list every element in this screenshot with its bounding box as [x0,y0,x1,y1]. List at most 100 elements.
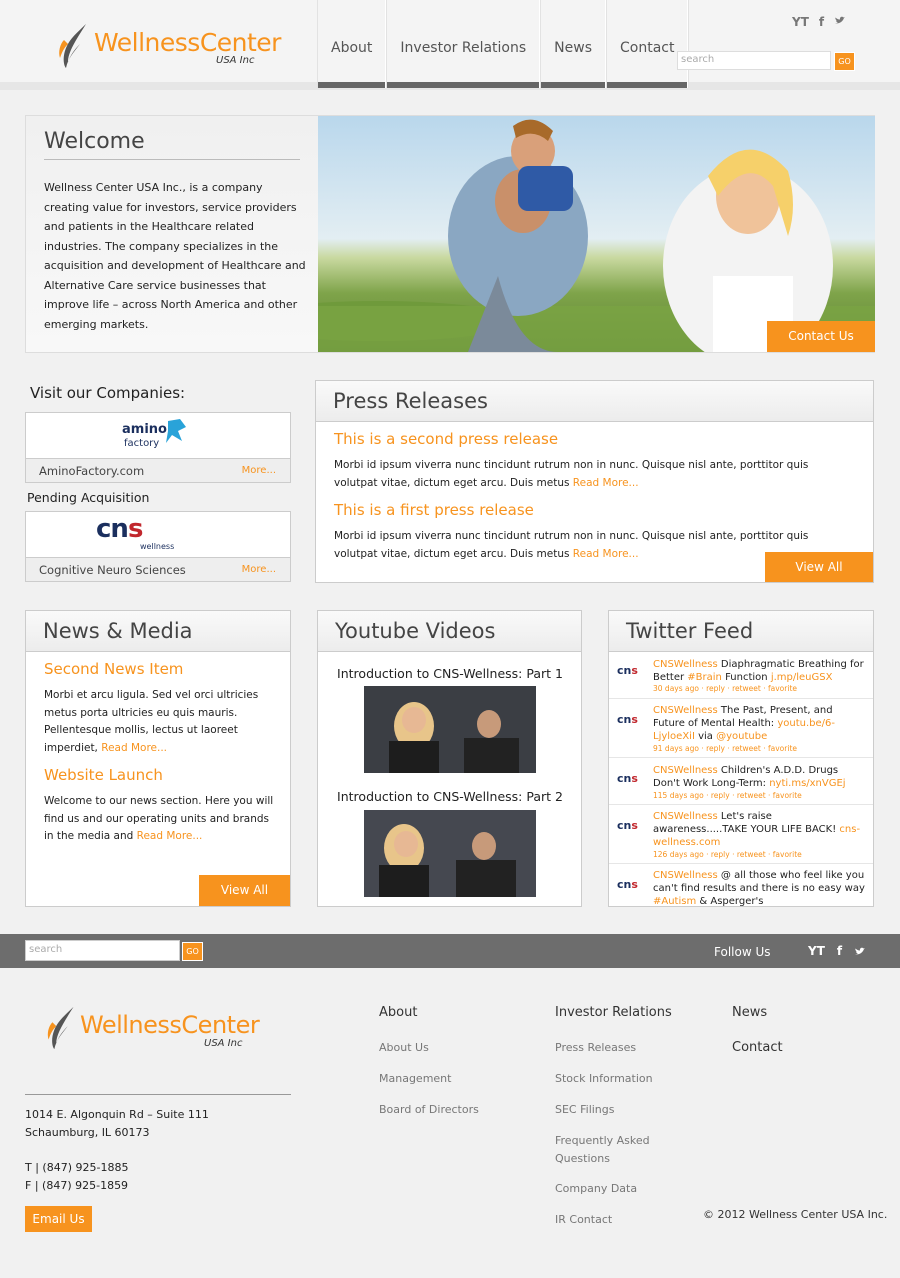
company-more-link[interactable]: More... [242,465,276,476]
youtube-icon[interactable]: YT [792,15,809,29]
tweet: cns CNSWellness @ all those who feel lik… [609,864,873,906]
tweet-text: CNSWellness Children's A.D.D. Drugs Don'… [653,765,846,789]
footer-link[interactable]: IR Contact [555,1211,612,1229]
video-title[interactable]: Introduction to CNS-Wellness: Part 2 [318,789,582,804]
nav-about[interactable]: About [317,0,387,88]
family-photo-illustration [318,119,875,352]
video-thumbnail[interactable] [364,810,536,897]
video-title[interactable]: Introduction to CNS-Wellness: Part 1 [318,666,582,681]
twitter-header: Twitter Feed [609,611,873,652]
tweet: cns CNSWellness Children's A.D.D. Drugs … [609,758,873,805]
tweet-meta[interactable]: 115 days ago · reply · retweet · favorit… [653,791,802,800]
brand-sub: USA Inc [216,55,255,66]
read-more-link[interactable]: Read More... [573,477,639,489]
footer-link[interactable]: About Us [379,1039,429,1057]
nav-contact[interactable]: Contact [606,0,689,88]
nav-news[interactable]: News [540,0,606,88]
tweet: cns CNSWellness The Past, Present, and F… [609,699,873,758]
press-item-title[interactable]: This is a first press release [334,501,534,519]
footer-link[interactable]: Press Releases [555,1039,636,1057]
tweet-link[interactable]: nyti.ms/xnVGEj [769,778,845,789]
pending-acquisition-label: Pending Acquisition [27,490,150,505]
tweet-link[interactable]: j.mp/leuGSX [771,672,833,683]
tweet-user[interactable]: CNSWellness [653,765,718,776]
company-name[interactable]: Cognitive Neuro Sciences [39,563,186,577]
footer-logo[interactable]: WellnessCenter USA Inc [44,1005,284,1055]
company-card-cns[interactable]: cns wellness Cognitive Neuro Sciences Mo… [25,511,291,582]
youtube-title: Youtube Videos [335,619,496,643]
hashtag[interactable]: #Brain [687,672,722,683]
news-title: News & Media [43,619,193,643]
tweet-meta[interactable]: 126 days ago · reply · retweet · favorit… [653,850,802,859]
copyright-text: © 2012 Wellness Center USA Inc. [703,1208,888,1221]
press-item-title[interactable]: This is a second press release [334,430,558,448]
tweet-text: CNSWellness Let's raise awareness.....TA… [653,811,861,848]
svg-text:amino: amino [122,422,167,437]
company-name[interactable]: AminoFactory.com [39,464,144,478]
tweet-meta[interactable]: 30 days ago · reply · retweet · favorite [653,684,797,693]
read-more-link[interactable]: Read More... [101,742,167,754]
footer-link[interactable]: Company Data [555,1180,637,1198]
cns-logo-mark: cns [96,514,143,544]
footer-brand-sub: USA Inc [204,1038,243,1049]
brand-logo[interactable]: WellnessCenter USA Inc [56,22,296,72]
footer-link[interactable]: Frequently Asked Questions [555,1132,675,1167]
nav-investor-relations[interactable]: Investor Relations [386,0,541,88]
svg-text:factory: factory [124,438,159,449]
footer-link[interactable]: SEC Filings [555,1101,615,1119]
contact-us-button[interactable]: Contact Us [767,321,875,352]
footer-link[interactable]: Stock Information [555,1070,653,1088]
press-item-body: Morbi id ipsum viverra nunc tincidunt ru… [334,459,809,489]
email-us-button[interactable]: Email Us [25,1206,92,1232]
hashtag[interactable]: #Autism [653,896,696,906]
welcome-text-column: Welcome Wellness Center USA Inc., is a c… [26,116,318,352]
hero-image [318,116,875,352]
read-more-link[interactable]: Read More... [573,548,639,560]
footer-col-investor-relations[interactable]: Investor Relations [555,1005,672,1020]
footer-col-contact[interactable]: Contact [732,1040,783,1055]
twitter-icon[interactable] [854,946,866,958]
tweet-user[interactable]: CNSWellness [653,811,718,822]
tweet-user[interactable]: CNSWellness [653,659,718,670]
header-search-go-button[interactable]: GO [834,52,855,71]
aminofactory-logo-icon: amino factory [122,419,186,449]
tweet: cns CNSWellness Diaphragmatic Breathing … [609,652,873,699]
leaf-logo-icon [59,24,86,68]
video-still-illustration [364,686,536,773]
press-item-body: Morbi id ipsum viverra nunc tincidunt ru… [334,530,809,560]
facebook-icon[interactable]: f [819,15,824,29]
tweet-user[interactable]: CNSWellness [653,870,718,881]
footer-search-input[interactable]: search [25,940,180,961]
press-header: Press Releases [316,381,873,422]
news-view-all-button[interactable]: View All [199,875,290,906]
footer-search-go-button[interactable]: GO [182,942,203,961]
news-item-body: Morbi et arcu ligula. Sed vel orci ultri… [44,689,259,754]
footer-col-about[interactable]: About [379,1005,417,1020]
company-card-aminofactory[interactable]: amino factory AminoFactory.com More... [25,412,291,483]
header-search-input[interactable]: search [677,51,831,70]
footer-link[interactable]: Board of Directors [379,1101,479,1119]
twitter-icon[interactable] [834,15,846,27]
press-title: Press Releases [333,389,488,413]
address-line: 1014 E. Algonquin Rd – Suite 111 [25,1108,209,1121]
footer-divider [25,1094,291,1095]
address-spacer [25,1142,209,1159]
leaf-logo-icon [47,1006,74,1050]
tweet-user[interactable]: CNSWellness [653,705,718,716]
news-item-title[interactable]: Website Launch [44,766,163,784]
twitter-title: Twitter Feed [626,619,754,643]
youtube-icon[interactable]: YT [808,944,825,958]
facebook-icon[interactable]: f [837,944,842,958]
company-footer: Cognitive Neuro Sciences More... [26,557,290,581]
footer-link[interactable]: Management [379,1070,451,1088]
news-item-title[interactable]: Second News Item [44,660,183,678]
mention[interactable]: @youtube [716,731,767,742]
company-more-link[interactable]: More... [242,564,276,575]
video-thumbnail[interactable] [364,686,536,773]
footer-col-news[interactable]: News [732,1005,767,1020]
cns-avatar: cns [617,819,638,832]
press-view-all-button[interactable]: View All [765,552,873,582]
tweet-meta[interactable]: 91 days ago · reply · retweet · favorite [653,744,797,753]
read-more-link[interactable]: Read More... [137,830,203,842]
news-header: News & Media [26,611,290,652]
